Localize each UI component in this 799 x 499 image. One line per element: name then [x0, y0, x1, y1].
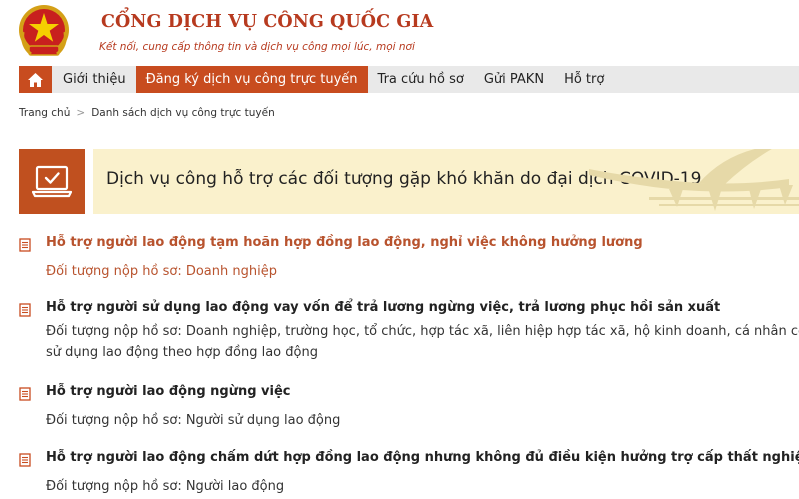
- document-icon: [19, 238, 31, 252]
- breadcrumb-separator: >: [76, 107, 86, 119]
- main-nav: Giới thiệu Đăng ký dịch vụ công trực tuy…: [19, 66, 799, 93]
- breadcrumb-home-link[interactable]: Trang chủ: [19, 107, 70, 119]
- service-subject: Đối tượng nộp hồ sơ: Doanh nghiệp: [46, 264, 277, 279]
- service-subject: Đối tượng nộp hồ sơ: Người sử dụng lao đ…: [46, 413, 341, 428]
- banner-icon-box: [19, 149, 85, 214]
- national-emblem-icon[interactable]: [17, 2, 71, 60]
- service-subject: Đối tượng nộp hồ sơ: Người lao động: [46, 479, 285, 494]
- home-icon: [28, 72, 43, 87]
- nav-item-ho-tro[interactable]: Hỗ trợ: [554, 66, 614, 93]
- service-title[interactable]: Hỗ trợ người lao động tạm hoãn hợp đồng …: [46, 235, 643, 250]
- service-title[interactable]: Hỗ trợ người sử dụng lao động vay vốn để…: [46, 300, 720, 315]
- service-subject-continued: sử dụng lao động theo hợp đồng lao động: [46, 345, 318, 360]
- site-title[interactable]: CỔNG DỊCH VỤ CÔNG QUỐC GIA: [101, 12, 433, 32]
- nav-item-tra-cuu-ho-so[interactable]: Tra cứu hồ sơ: [368, 66, 474, 93]
- laptop-check-icon: [32, 165, 72, 197]
- nav-home-button[interactable]: [19, 66, 52, 93]
- site-tagline: Kết nối, cung cấp thông tin và dịch vụ c…: [99, 41, 415, 53]
- document-icon: [19, 387, 31, 401]
- service-subject: Đối tượng nộp hồ sơ: Doanh nghiệp, trườn…: [46, 324, 799, 339]
- nav-item-gui-pakn[interactable]: Gửi PAKN: [474, 66, 554, 93]
- nav-item-dang-ky-dich-vu[interactable]: Đăng ký dịch vụ công trực tuyến: [135, 66, 368, 93]
- document-icon: [19, 303, 31, 317]
- breadcrumb-current: Danh sách dịch vụ công trực tuyến: [91, 107, 275, 119]
- service-item[interactable]: Hỗ trợ người lao động ngừng việc Đối tượ…: [19, 384, 799, 434]
- service-title[interactable]: Hỗ trợ người lao động chấm dứt hợp đồng …: [46, 450, 799, 465]
- document-icon: [19, 453, 31, 467]
- service-item[interactable]: Hỗ trợ người lao động chấm dứt hợp đồng …: [19, 450, 799, 499]
- breadcrumb: Trang chủ > Danh sách dịch vụ công trực …: [19, 107, 275, 119]
- banner: Dịch vụ công hỗ trợ các đối tượng gặp kh…: [93, 149, 799, 214]
- nav-item-gioi-thieu[interactable]: Giới thiệu: [52, 66, 136, 93]
- service-item[interactable]: Hỗ trợ người lao động tạm hoãn hợp đồng …: [19, 235, 799, 285]
- service-item[interactable]: Hỗ trợ người sử dụng lao động vay vốn để…: [19, 300, 799, 366]
- site-header: CỔNG DỊCH VỤ CÔNG QUỐC GIA Kết nối, cung…: [0, 0, 799, 66]
- service-title[interactable]: Hỗ trợ người lao động ngừng việc: [46, 384, 291, 399]
- bird-pattern-decoration: [589, 149, 799, 211]
